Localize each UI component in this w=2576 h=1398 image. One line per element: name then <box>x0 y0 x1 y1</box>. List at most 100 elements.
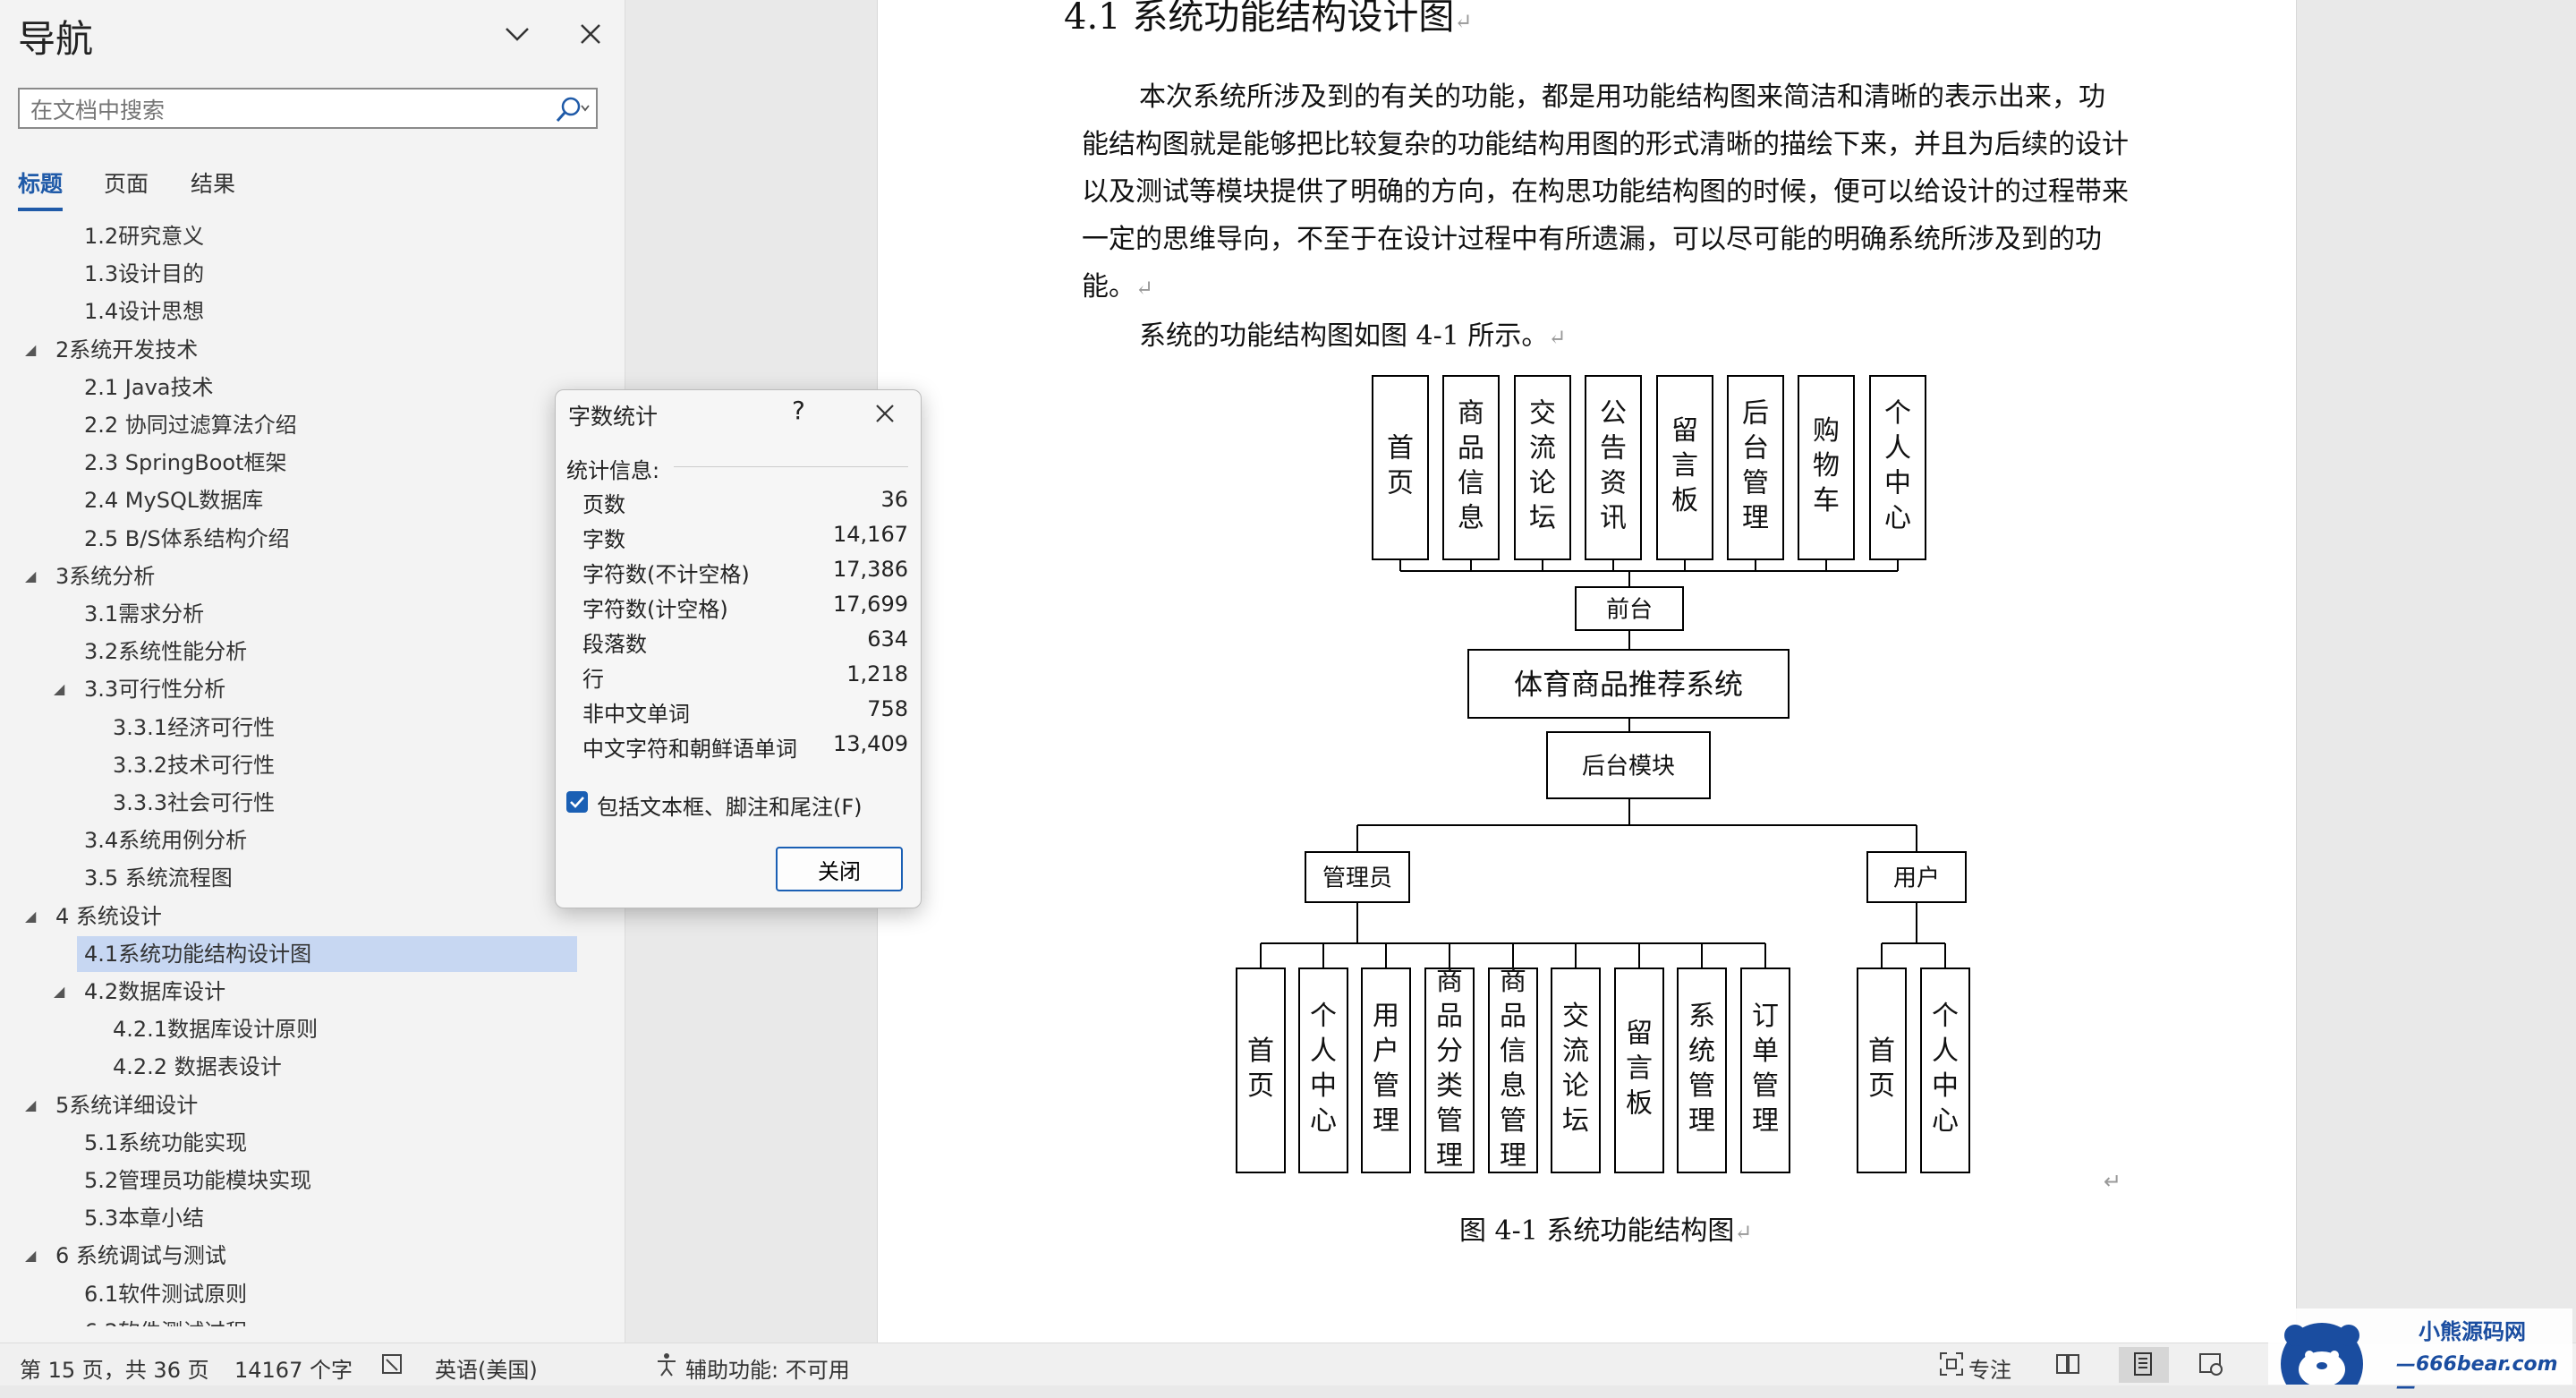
word-count-indicator[interactable]: 14167 个字 <box>234 1352 353 1384</box>
stat-value: 17,386 <box>833 557 908 582</box>
diagram-label: 用户 <box>1893 865 1940 891</box>
figure-caption: 图 4-1 系统功能结构图↵ <box>1459 1215 1753 1247</box>
nav-heading-item[interactable]: 5.1系统功能实现 <box>84 1125 247 1161</box>
close-button[interactable]: 关闭 <box>776 847 903 891</box>
stats-label: 统计信息: <box>566 458 660 483</box>
collapse-triangle-icon[interactable]: ◢ <box>54 671 64 707</box>
search-icon[interactable] <box>548 95 592 124</box>
navigation-pane: 导航 标题 页面 结果 1.2研究意义1.3设计目的1.4设计思想◢2系统开发技… <box>0 0 625 1343</box>
stat-label: 字数 <box>582 527 625 552</box>
nav-title: 导航 <box>18 17 94 61</box>
accessibility-status[interactable]: 辅助功能: 不可用 <box>685 1352 850 1384</box>
nav-heading-item[interactable]: 2.4 MySQL数据库 <box>84 482 263 518</box>
nav-heading-item[interactable]: 3.3.3社会可行性 <box>113 785 275 821</box>
stat-row: 字数 14,167 <box>582 522 908 556</box>
nav-heading-item[interactable]: 1.2研究意义 <box>84 218 204 254</box>
stat-value: 36 <box>880 487 908 512</box>
print-layout-icon[interactable] <box>2130 1351 2156 1377</box>
watermark-title: 小熊源码网 <box>2419 1319 2526 1344</box>
search-box[interactable] <box>18 88 598 129</box>
collapse-triangle-icon[interactable]: ◢ <box>25 558 36 594</box>
nav-heading-item[interactable]: 3.2系统性能分析 <box>84 634 247 669</box>
stat-label: 段落数 <box>582 632 647 657</box>
nav-heading-item[interactable]: 1.4设计思想 <box>84 294 204 329</box>
include-textbox-checkbox[interactable] <box>566 791 588 813</box>
page-indicator[interactable]: 第 15 页，共 36 页 <box>20 1352 209 1384</box>
stat-row: 行 1,218 <box>582 661 908 695</box>
stat-label: 非中文单词 <box>582 702 690 727</box>
nav-heading-item[interactable]: 2.3 SpringBoot框架 <box>84 445 287 481</box>
word-count-dialog[interactable]: 字数统计 ? 统计信息: 页数 36 字数 14,167 字符数(不计空格) 17,386… <box>555 389 922 908</box>
proofing-icon[interactable] <box>379 1351 406 1377</box>
read-mode-icon[interactable] <box>2054 1351 2081 1377</box>
web-layout-icon[interactable] <box>2198 1351 2224 1377</box>
search-input[interactable] <box>29 95 533 125</box>
tab-pages[interactable]: 页面 <box>104 166 149 199</box>
diagram-label: 前台 <box>1606 596 1653 623</box>
nav-heading-item[interactable]: ◢ 4 系统设计 <box>25 899 162 934</box>
nav-heading-item[interactable]: ◢ 5系统详细设计 <box>25 1087 198 1123</box>
focus-label[interactable]: 专注 <box>1968 1352 2011 1384</box>
collapse-triangle-icon[interactable]: ◢ <box>25 332 36 368</box>
stat-value: 13,409 <box>833 731 908 756</box>
stat-value: 14,167 <box>833 522 908 547</box>
nav-heading-item[interactable]: ◢ 2系统开发技术 <box>25 332 198 368</box>
stat-row: 页数 36 <box>582 487 908 521</box>
stat-row: 字符数(不计空格) 17,386 <box>582 557 908 591</box>
nav-heading-item[interactable]: 3.4系统用例分析 <box>84 823 247 858</box>
nav-heading-item[interactable]: ◢ 3.3可行性分析 <box>54 671 225 707</box>
nav-heading-item[interactable]: ◢ 4.2数据库设计 <box>54 974 225 1010</box>
vertical-module-label: 留言板 <box>1671 415 1698 516</box>
vertical-module-label: 购物车 <box>1813 415 1840 516</box>
stat-row: 中文字符和朝鲜语单词 13,409 <box>582 731 908 765</box>
stat-label: 行 <box>582 667 604 692</box>
nav-heading-item[interactable]: 3.3.2技术可行性 <box>113 747 275 783</box>
chevron-down-icon[interactable] <box>501 18 533 50</box>
nav-heading-item[interactable]: 2.5 B/S体系结构介绍 <box>84 521 290 557</box>
nav-heading-item[interactable]: 2.2 协同过滤算法介绍 <box>84 407 297 443</box>
collapse-triangle-icon[interactable]: ◢ <box>54 974 64 1010</box>
nav-heading-item[interactable]: 4.2.1数据库设计原则 <box>113 1011 318 1047</box>
diagram-label: 体育商品推荐系统 <box>1514 668 1743 702</box>
close-icon[interactable] <box>869 397 901 430</box>
nav-heading-item[interactable]: 5.3本章小结 <box>84 1200 204 1236</box>
divider <box>674 466 908 467</box>
collapse-triangle-icon[interactable]: ◢ <box>25 1087 36 1123</box>
tab-results[interactable]: 结果 <box>191 166 235 199</box>
stat-row: 非中文单词 758 <box>582 696 908 730</box>
active-tab-indicator <box>18 208 63 211</box>
stat-value: 634 <box>867 627 908 652</box>
close-icon[interactable] <box>574 18 607 50</box>
watermark-url: —666bear.com— <box>2396 1353 2558 1398</box>
nav-heading-item[interactable]: 4.1系统功能结构设计图 <box>77 935 577 972</box>
checkbox-label[interactable]: 包括文本框、脚注和尾注(F) <box>597 789 863 821</box>
function-structure-diagram: 首页商品信息交流论坛公告资讯留言板后台管理购物车个人中心前台体育商品推荐系统后台… <box>1236 375 2121 1194</box>
diagram-label: 管理员 <box>1322 865 1392 891</box>
collapse-triangle-icon[interactable]: ◢ <box>25 1238 36 1274</box>
nav-heading-item[interactable]: 3.5 系统流程图 <box>84 860 233 896</box>
stat-label: 中文字符和朝鲜语单词 <box>582 737 797 762</box>
collapse-triangle-icon[interactable]: ◢ <box>25 899 36 934</box>
nav-heading-item[interactable]: 4.2.2 数据表设计 <box>113 1049 282 1085</box>
nav-heading-item[interactable]: ◢ 6 系统调试与测试 <box>25 1238 226 1274</box>
stat-row: 字符数(计空格) 17,699 <box>582 592 908 626</box>
stat-label: 字符数(不计空格) <box>582 562 750 587</box>
language-indicator[interactable]: 英语(美国) <box>435 1352 538 1384</box>
stat-label: 页数 <box>582 492 625 517</box>
focus-icon[interactable] <box>1938 1351 1965 1377</box>
nav-heading-item[interactable]: 1.3设计目的 <box>84 256 204 292</box>
nav-heading-item[interactable]: ◢ 3系统分析 <box>25 558 155 594</box>
nav-heading-item[interactable]: 3.3.1经济可行性 <box>113 710 275 746</box>
vertical-module-label: 留言板 <box>1626 1019 1653 1120</box>
nav-heading-item[interactable]: 3.1需求分析 <box>84 596 204 632</box>
nav-heading-item[interactable]: 5.2管理员功能模块实现 <box>84 1163 311 1198</box>
diagram-label: 后台模块 <box>1582 753 1675 780</box>
nav-heading-item[interactable]: 6.2软件测试过程 <box>84 1314 247 1326</box>
nav-heading-item[interactable]: 6.1软件测试原则 <box>84 1276 247 1312</box>
tab-headings[interactable]: 标题 <box>18 166 63 199</box>
nav-heading-item[interactable]: 2.1 Java技术 <box>84 370 214 405</box>
accessibility-icon[interactable] <box>653 1351 680 1377</box>
paragraph-mark: ↵ <box>2104 1169 2121 1194</box>
help-button[interactable]: ? <box>792 396 805 425</box>
document-page[interactable]: 4.1 系统功能结构设计图↵ 本次系统所涉及到的有关的功能，都是用功能结构图来简… <box>877 0 2297 1343</box>
